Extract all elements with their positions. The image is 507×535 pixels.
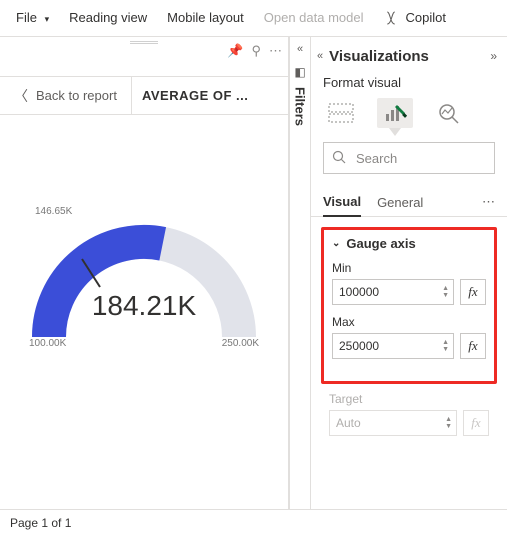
filters-rail[interactable]: « ◧ Filters xyxy=(289,37,311,509)
menu-file[interactable]: File ▾ xyxy=(6,10,59,25)
min-input[interactable]: 100000 ▲▼ xyxy=(332,279,454,305)
search-input[interactable] xyxy=(354,150,507,167)
copilot-icon xyxy=(382,9,400,27)
filter-icon[interactable]: ⚲ xyxy=(251,43,261,59)
top-toolbar: File ▾ Reading view Mobile layout Open d… xyxy=(0,0,507,36)
gauge-value: 184.21K xyxy=(29,290,259,322)
target-fx-button: fx xyxy=(463,410,489,436)
visualizations-header: « Visualizations » xyxy=(311,37,507,75)
format-tabs: Visual General ⋯ xyxy=(311,188,507,217)
tab-visual[interactable]: Visual xyxy=(323,188,361,217)
collapse-left-icon[interactable]: « xyxy=(317,50,323,62)
chevron-down-icon: ▾ xyxy=(45,14,50,24)
menu-copilot-label: Copilot xyxy=(406,10,446,25)
more-icon[interactable]: ⋯ xyxy=(269,43,282,59)
spinner-icon[interactable]: ▲▼ xyxy=(442,339,449,353)
min-fx-button[interactable]: fx xyxy=(460,279,486,305)
tabs-more-icon[interactable]: ⋯ xyxy=(482,194,495,210)
status-bar: Page 1 of 1 xyxy=(0,509,507,535)
collapse-right-icon[interactable]: « xyxy=(297,43,303,55)
visual-subheader: 〈 Back to report AVERAGE OF ... xyxy=(0,77,288,115)
chevron-down-icon: ⌄ xyxy=(332,238,340,249)
format-visual-title: Format visual xyxy=(311,75,507,98)
format-body: ⌄ Gauge axis Min 100000 ▲▼ fx Max 250000… xyxy=(311,217,507,509)
page-status: Page 1 of 1 xyxy=(10,516,71,530)
search-icon xyxy=(332,150,346,167)
spinner-icon: ▲▼ xyxy=(445,416,452,430)
report-column: 📌 ⚲ ⋯ 〈 Back to report AVERAGE OF ... 14… xyxy=(0,37,289,509)
min-value: 100000 xyxy=(339,285,379,299)
drag-handle-icon[interactable] xyxy=(130,41,158,44)
visualizations-title: Visualizations xyxy=(329,48,429,65)
menu-file-label: File xyxy=(16,10,37,25)
target-label: Target xyxy=(329,392,489,406)
max-fx-button[interactable]: fx xyxy=(460,333,486,359)
chevron-left-icon: 〈 xyxy=(14,86,28,106)
expand-right-icon[interactable]: » xyxy=(490,49,497,63)
menu-open-data-model: Open data model xyxy=(254,10,374,25)
menu-reading-view[interactable]: Reading view xyxy=(59,10,157,25)
gauge-chart: 146.65K 184.21K 100.00K 250.00K xyxy=(0,115,288,509)
pin-icon[interactable]: 📌 xyxy=(227,43,243,59)
min-label: Min xyxy=(332,261,486,275)
gauge-tick-label: 146.65K xyxy=(35,206,72,217)
visual-header-actions: 📌 ⚲ ⋯ xyxy=(227,43,282,59)
target-value: Auto xyxy=(336,416,361,430)
menu-copilot[interactable]: Copilot xyxy=(374,9,454,27)
gauge-max-label: 250.00K xyxy=(222,338,259,349)
format-mode-icons xyxy=(311,98,507,138)
build-visual-icon[interactable] xyxy=(323,98,359,128)
visual-header: 📌 ⚲ ⋯ xyxy=(0,37,288,77)
gauge-axis-section: ⌄ Gauge axis Min 100000 ▲▼ fx Max 250000… xyxy=(321,227,497,384)
visual-title: AVERAGE OF ... xyxy=(131,77,288,114)
target-input: Auto ▲▼ xyxy=(329,410,457,436)
gauge-axis-header[interactable]: ⌄ Gauge axis xyxy=(332,236,486,251)
tab-general[interactable]: General xyxy=(377,189,423,216)
format-search[interactable] xyxy=(323,142,495,174)
max-label: Max xyxy=(332,315,486,329)
max-value: 250000 xyxy=(339,339,379,353)
gauge-axis-title: Gauge axis xyxy=(346,236,415,251)
filters-icon: ◧ xyxy=(294,65,305,79)
analytics-icon[interactable] xyxy=(431,98,467,128)
spinner-icon[interactable]: ▲▼ xyxy=(442,285,449,299)
format-visual-icon[interactable] xyxy=(377,98,413,128)
menu-mobile-layout[interactable]: Mobile layout xyxy=(157,10,254,25)
main-area: 📌 ⚲ ⋯ 〈 Back to report AVERAGE OF ... 14… xyxy=(0,36,507,509)
max-input[interactable]: 250000 ▲▼ xyxy=(332,333,454,359)
back-to-report-label: Back to report xyxy=(36,88,117,103)
back-to-report-button[interactable]: 〈 Back to report xyxy=(0,77,131,114)
filters-label: Filters xyxy=(293,87,308,126)
gauge-min-label: 100.00K xyxy=(29,338,66,349)
gauge-svg xyxy=(29,212,259,352)
visualizations-panel: « Visualizations » Format visual Visua xyxy=(311,37,507,509)
